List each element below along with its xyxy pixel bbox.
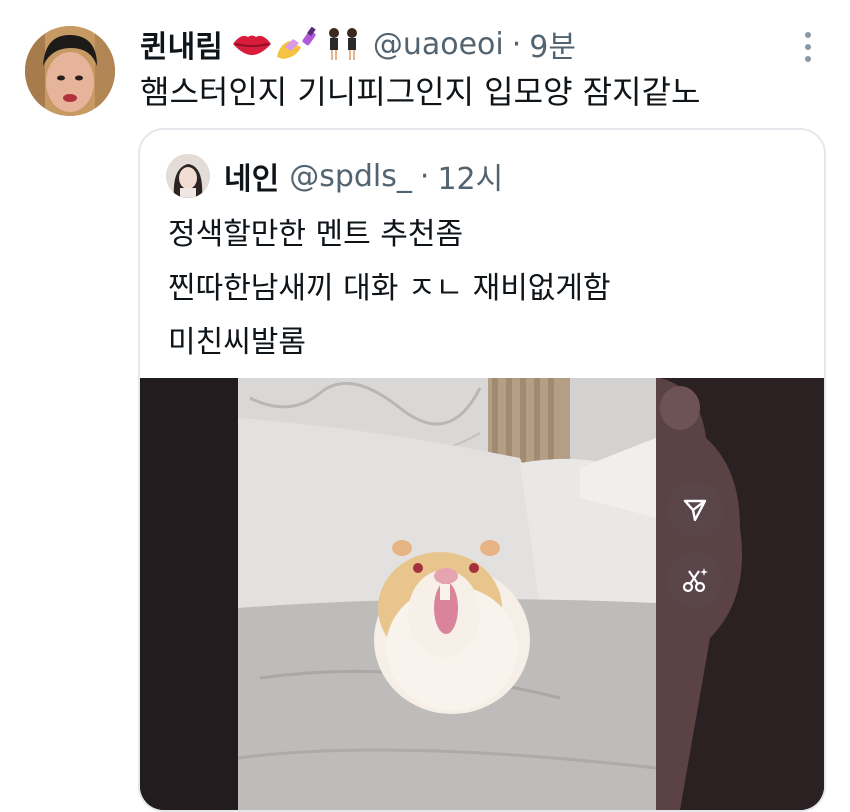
quoted-tweet-timestamp[interactable]: 12시 — [437, 154, 503, 198]
dancers-icon — [328, 28, 357, 60]
quoted-text-line: 찐따한남새끼 대화 ㅈㄴ 재비없게함 — [168, 271, 611, 306]
user-avatar[interactable] — [25, 26, 115, 116]
edit-button[interactable] — [667, 552, 723, 608]
name-emojis — [231, 26, 363, 62]
send-icon — [683, 499, 707, 522]
hamster-photo[interactable] — [140, 378, 824, 810]
quoted-display-name[interactable]: 네인 — [224, 154, 279, 198]
more-options-icon[interactable] — [798, 32, 818, 62]
share-button[interactable] — [667, 482, 723, 538]
scissors-sparkle-icon — [682, 568, 708, 593]
quoted-user-avatar[interactable] — [166, 154, 210, 198]
quoted-user-handle[interactable]: @spdls_ — [289, 159, 412, 194]
lips-icon — [232, 35, 271, 55]
quoted-media[interactable] — [140, 378, 824, 810]
quoted-text-line: 미친씨발롬 — [168, 325, 306, 360]
quoted-tweet-text: 정색할만한 멘트 추천좀 찐따한남새끼 대화 ㅈㄴ 재비없게함 미친씨발롬 — [168, 208, 611, 370]
quoted-separator-dot: · — [419, 158, 430, 194]
separator-dot: · — [511, 26, 522, 62]
tweet-timestamp[interactable]: 9분 — [529, 22, 576, 66]
tweet-text: 햄스터인지 기니피그인지 입모양 잠지같노 — [140, 73, 701, 111]
quoted-tweet-card[interactable]: 네인 @spdls_ · 12시 정색할만한 멘트 추천좀 찐따한남새끼 대화 … — [138, 128, 826, 812]
tweet-header: 퀸내림 @uaoeoi · 9분 — [140, 22, 576, 66]
display-name[interactable]: 퀸내림 — [140, 22, 223, 66]
quoted-tweet-header: 네인 @spdls_ · 12시 — [224, 154, 503, 198]
nail-polish-icon — [276, 27, 316, 59]
quoted-text-line: 정색할만한 멘트 추천좀 — [168, 217, 464, 252]
user-handle[interactable]: @uaoeoi — [373, 27, 504, 62]
